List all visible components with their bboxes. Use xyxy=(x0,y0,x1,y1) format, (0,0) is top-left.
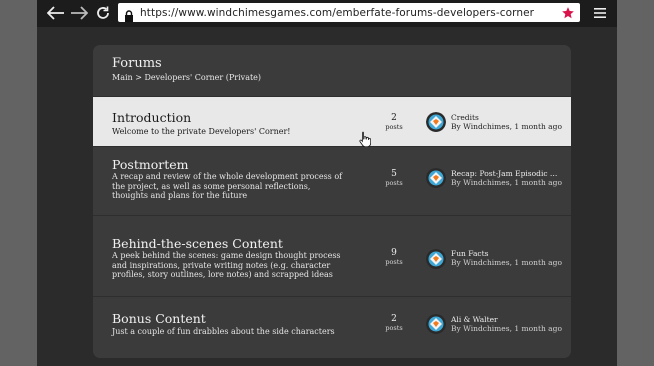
post-count-number: 5 xyxy=(391,169,397,179)
avatar[interactable] xyxy=(426,249,446,269)
thread-description: A recap and review of the whole developm… xyxy=(112,172,343,200)
post-count: 2 posts xyxy=(383,314,405,333)
hand-cursor-icon xyxy=(359,131,372,148)
back-arrow-icon[interactable] xyxy=(45,2,67,24)
page-content: Forums Main > Developers' Corner (Privat… xyxy=(37,27,617,366)
thread-description: Welcome to the private Developers' Corne… xyxy=(112,127,291,136)
avatar[interactable] xyxy=(426,168,446,188)
thread-description: Just a couple of fun drabbles about the … xyxy=(112,327,335,336)
last-post-meta: By Windchimes, 1 month ago xyxy=(451,178,562,187)
page-title: Forums xyxy=(112,56,162,71)
post-count-label: posts xyxy=(385,123,403,131)
post-count: 9 posts xyxy=(383,248,405,267)
post-count-label: posts xyxy=(385,258,403,266)
last-post-title[interactable]: Recap: Post-Jam Episodic Rel... xyxy=(451,169,563,178)
last-post-meta: By Windchimes, 1 month ago xyxy=(451,258,562,267)
star-icon[interactable] xyxy=(561,5,575,19)
breadcrumb[interactable]: Main > Developers' Corner (Private) xyxy=(112,73,261,82)
lock-icon xyxy=(124,7,134,22)
thread-title[interactable]: Bonus Content xyxy=(112,311,206,326)
url-text: https://www.windchimesgames.com/emberfat… xyxy=(140,6,535,19)
post-count-label: posts xyxy=(385,179,403,187)
thread-row[interactable]: Postmortem A recap and review of the who… xyxy=(93,146,571,215)
last-post: Credits By Windchimes, 1 month ago xyxy=(451,113,563,131)
last-post-meta: By Windchimes, 1 month ago xyxy=(451,122,562,131)
last-post: Fun Facts By Windchimes, 1 month ago xyxy=(451,249,563,267)
thread-row[interactable]: Behind-the-scenes Content A peek behind … xyxy=(93,215,571,296)
last-post: Ali & Walter By Windchimes, 1 month ago xyxy=(451,315,563,333)
last-post-meta: By Windchimes, 1 month ago xyxy=(451,324,562,333)
thread-title[interactable]: Postmortem xyxy=(112,157,189,172)
thread-title[interactable]: Introduction xyxy=(112,110,191,125)
url-bar[interactable]: https://www.windchimesgames.com/emberfat… xyxy=(118,3,580,22)
hamburger-menu-icon[interactable] xyxy=(593,5,607,19)
post-count: 5 posts xyxy=(383,169,405,188)
post-count-number: 2 xyxy=(391,314,397,324)
last-post: Recap: Post-Jam Episodic Rel... By Windc… xyxy=(451,169,563,187)
avatar[interactable] xyxy=(426,314,446,334)
forward-arrow-icon[interactable] xyxy=(68,2,90,24)
thread-row[interactable]: Bonus Content Just a couple of fun drabb… xyxy=(93,296,571,358)
post-count-number: 2 xyxy=(391,113,397,123)
last-post-title[interactable]: Ali & Walter xyxy=(451,315,563,324)
thread-row[interactable]: Introduction Welcome to the private Deve… xyxy=(93,96,571,146)
last-post-title[interactable]: Credits xyxy=(451,113,563,122)
post-count-number: 9 xyxy=(391,248,397,258)
post-count: 2 posts xyxy=(383,113,405,132)
forum-header: Forums Main > Developers' Corner (Privat… xyxy=(93,45,571,96)
last-post-title[interactable]: Fun Facts xyxy=(451,249,563,258)
reload-icon[interactable] xyxy=(92,2,114,24)
thread-title[interactable]: Behind-the-scenes Content xyxy=(112,236,283,251)
avatar[interactable] xyxy=(426,112,446,132)
forum-panel: Forums Main > Developers' Corner (Privat… xyxy=(93,45,571,358)
browser-toolbar: https://www.windchimesgames.com/emberfat… xyxy=(37,0,617,27)
thread-description: A peek behind the scenes: game design th… xyxy=(112,251,341,279)
post-count-label: posts xyxy=(385,324,403,332)
